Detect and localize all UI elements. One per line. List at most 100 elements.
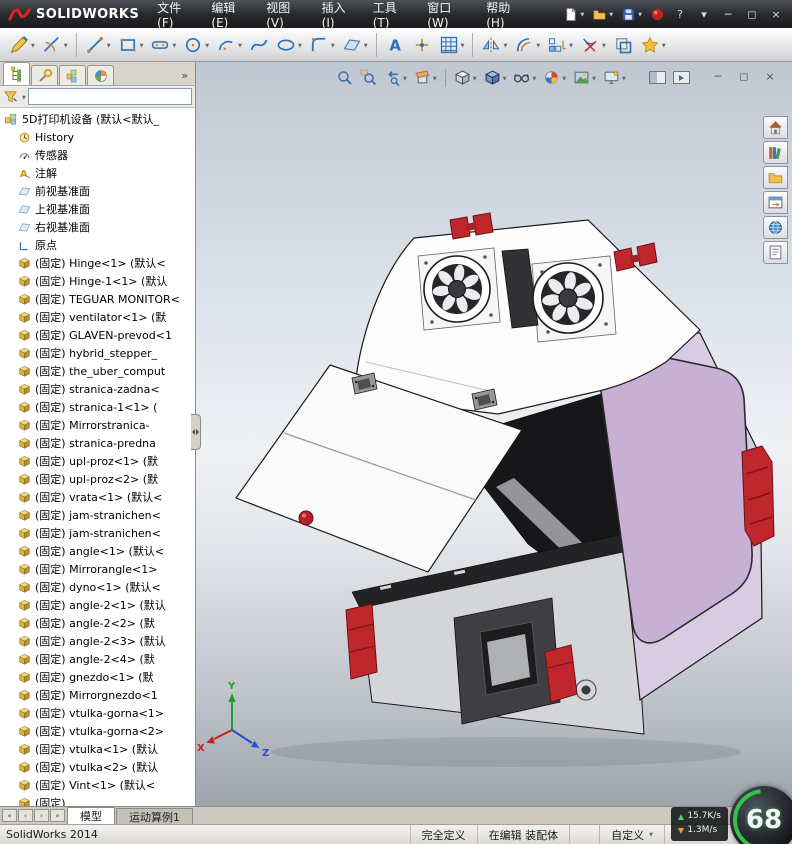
open-button[interactable] — [589, 3, 616, 26]
grid-button[interactable] — [436, 32, 468, 58]
dropdown-caret-icon[interactable] — [364, 35, 368, 54]
help-button[interactable]: ? — [668, 4, 692, 24]
taskpane-custom-properties-button[interactable] — [763, 241, 788, 264]
tree-item[interactable]: (固定) angle-2<4> (默 — [0, 650, 195, 668]
status-custom[interactable]: 自定义 — [599, 825, 664, 844]
tree-item[interactable]: (固定) vtulka<2> (默认 — [0, 758, 195, 776]
section-view-button[interactable] — [412, 66, 439, 89]
dropdown-caret-icon[interactable] — [473, 68, 477, 87]
tree-item[interactable]: (固定) vrata<1> (默认< — [0, 488, 195, 506]
panel-tabs-overflow[interactable]: » — [181, 69, 195, 85]
tree-item[interactable]: (固定) dyno<1> (默认< — [0, 578, 195, 596]
dropdown-caret-icon[interactable] — [609, 5, 613, 24]
edit-appearance-button[interactable] — [541, 66, 568, 89]
tree-item[interactable]: (固定) hybrid_stepper_ — [0, 344, 195, 362]
tree-item[interactable]: (固定) vtulka-gorna<1> — [0, 704, 195, 722]
tree-item[interactable]: 右视基准面 — [0, 218, 195, 236]
tab-motion-study[interactable]: 运动算例1 — [116, 808, 193, 824]
doc-minimize-button[interactable]: ─ — [710, 68, 726, 84]
display-style-button[interactable] — [482, 66, 509, 89]
3d-model[interactable]: Y Z X — [196, 62, 792, 806]
tab-scroll-button[interactable]: » — [50, 809, 65, 822]
door-knob[interactable] — [298, 510, 314, 526]
trim-entities-button[interactable] — [577, 32, 609, 58]
dropdown-caret-icon[interactable] — [238, 35, 242, 54]
circle-button[interactable] — [180, 32, 212, 58]
point-button[interactable] — [409, 32, 435, 58]
tree-item[interactable]: (固定) GLAVEN-prevod<1 — [0, 326, 195, 344]
dropdown-caret-icon[interactable] — [592, 68, 596, 87]
graphics-area[interactable]: Y Z X ─ ◻ × — [196, 62, 792, 806]
tree-item[interactable]: (固定) stranica-zadna< — [0, 380, 195, 398]
dropdown-caret-icon[interactable] — [172, 35, 176, 54]
dropdown-caret-icon[interactable] — [622, 68, 626, 87]
dropdown-caret-icon[interactable] — [205, 35, 209, 54]
minimize-button[interactable]: ─ — [716, 4, 740, 24]
spline-button[interactable] — [246, 32, 272, 58]
hide-show-items-button[interactable] — [511, 66, 538, 89]
panel-tab-configurationmanager[interactable] — [59, 65, 86, 85]
tree-item[interactable]: History — [0, 128, 195, 146]
dropdown-caret-icon[interactable] — [403, 68, 407, 87]
taskpane-file-explorer-button[interactable] — [763, 166, 788, 189]
view-orientation-button[interactable] — [452, 66, 479, 89]
help-menu-button[interactable]: ▾ — [692, 4, 716, 24]
red-corner-bracket-right[interactable] — [741, 445, 775, 547]
mirror-entities-button[interactable] — [478, 32, 510, 58]
centerpoint-arc-button[interactable] — [213, 32, 245, 58]
tree-item[interactable]: (固定) angle-2<3> (默认 — [0, 632, 195, 650]
tree-item[interactable]: (固定) the_uber_comput — [0, 362, 195, 380]
featuremanager-pane-toggle-button[interactable] — [649, 71, 666, 84]
filter-input[interactable] — [27, 88, 192, 105]
tree-item[interactable]: (固定) vtulka-gorna<2> — [0, 722, 195, 740]
tree-item[interactable]: (固定) gnezdo<1> (默 — [0, 668, 195, 686]
corner-rectangle-button[interactable] — [115, 32, 147, 58]
doc-close-button[interactable]: × — [762, 68, 778, 84]
plane-button[interactable] — [339, 32, 371, 58]
maximize-button[interactable]: ◻ — [740, 4, 764, 24]
tree-item[interactable]: (固定) vtulka<1> (默认 — [0, 740, 195, 758]
dropdown-caret-icon[interactable] — [662, 35, 666, 54]
tree-item[interactable]: A 注解 — [0, 164, 195, 182]
filter-caret-icon[interactable] — [22, 87, 26, 106]
dropdown-caret-icon[interactable] — [536, 35, 540, 54]
text-button[interactable]: A — [382, 32, 408, 58]
tree-item[interactable]: (固定) TEGUAR MONITOR< — [0, 290, 195, 308]
tree-item[interactable]: (固定) jam-stranichen< — [0, 524, 195, 542]
dropdown-caret-icon[interactable] — [532, 68, 536, 87]
network-speed-widget[interactable]: 15.7K/s 1.3M/s — [671, 807, 728, 841]
printer-base[interactable] — [351, 533, 645, 735]
new-document-button[interactable] — [560, 3, 587, 26]
dropdown-caret-icon[interactable] — [569, 35, 573, 54]
panel-tab-displaymanager[interactable] — [87, 65, 114, 85]
tree-item[interactable]: (固定) — [0, 794, 195, 806]
straight-slot-button[interactable] — [147, 32, 179, 58]
red-bracket-base-center[interactable] — [544, 644, 578, 703]
apply-scene-button[interactable] — [571, 66, 598, 89]
dropdown-caret-icon[interactable] — [461, 35, 465, 54]
tab-scroll-button[interactable]: « — [2, 809, 17, 822]
sketch-button[interactable] — [6, 32, 38, 58]
convert-entities-button[interactable] — [610, 32, 636, 58]
previous-view-button[interactable] — [382, 66, 409, 89]
taskpane-appearances-scenes-button[interactable] — [763, 216, 788, 239]
panel-tab-featuremanager[interactable] — [3, 62, 30, 85]
red-orb-button[interactable] — [647, 5, 668, 24]
panel-tab-propertymanager[interactable] — [31, 65, 58, 85]
tab-scroll-button[interactable]: › — [34, 809, 49, 822]
tree-item[interactable]: (固定) upl-proz<1> (默 — [0, 452, 195, 470]
tree-item[interactable]: (固定) Hinge<1> (默认< — [0, 254, 195, 272]
dropdown-caret-icon[interactable] — [580, 5, 584, 24]
taskpane-view-palette-button[interactable] — [763, 191, 788, 214]
tree-item[interactable]: (固定) ventilator<1> (默 — [0, 308, 195, 326]
tree-item[interactable]: (固定) Hinge-1<1> (默认 — [0, 272, 195, 290]
linear-pattern-button[interactable] — [544, 32, 576, 58]
dropdown-caret-icon[interactable] — [140, 35, 144, 54]
dropdown-caret-icon[interactable] — [298, 35, 302, 54]
taskpane-solidworks-resources-button[interactable] — [763, 116, 788, 139]
ellipse-button[interactable] — [273, 32, 305, 58]
tree-item[interactable]: (固定) Mirrorangle<1> — [0, 560, 195, 578]
dropdown-caret-icon[interactable] — [107, 35, 111, 54]
close-button[interactable]: × — [764, 4, 788, 24]
tree-item[interactable]: (固定) stranica-predna — [0, 434, 195, 452]
